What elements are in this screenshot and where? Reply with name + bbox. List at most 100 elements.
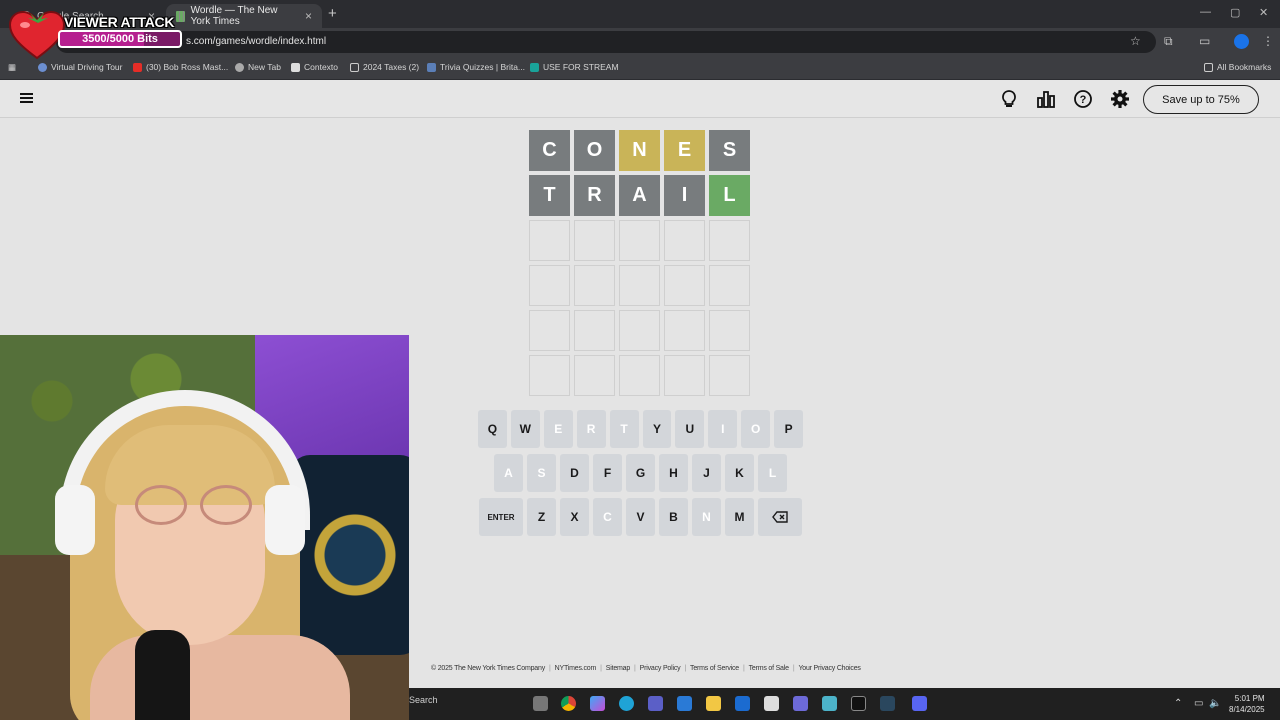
bookmark-item[interactable]: New Tab: [235, 62, 281, 72]
key-d[interactable]: D: [560, 454, 589, 492]
volume-icon[interactable]: 🔈: [1209, 698, 1221, 709]
hamburger-icon[interactable]: [20, 93, 33, 103]
bits-count: 3500/5000 Bits: [82, 33, 158, 45]
settings-gear-icon[interactable]: [1110, 89, 1130, 109]
key-z[interactable]: Z: [527, 498, 556, 536]
task-view-icon[interactable]: [533, 696, 548, 711]
menu-kebab-icon[interactable]: ⋮: [1262, 34, 1274, 48]
save-subscription-button[interactable]: Save up to 75%: [1143, 85, 1259, 114]
key-j[interactable]: J: [692, 454, 721, 492]
bookmark-star-icon[interactable]: ☆: [1130, 34, 1141, 48]
footer-link[interactable]: Privacy Policy: [640, 665, 681, 672]
all-bookmarks[interactable]: All Bookmarks: [1204, 62, 1271, 72]
key-enter[interactable]: ENTER: [479, 498, 523, 536]
key-u[interactable]: U: [675, 410, 705, 448]
file-explorer-icon[interactable]: [706, 696, 721, 711]
key-n[interactable]: N: [692, 498, 721, 536]
key-k[interactable]: K: [725, 454, 754, 492]
tray-chevron-icon[interactable]: ⌃: [1174, 698, 1182, 709]
key-t[interactable]: T: [609, 410, 639, 448]
board-tile: T: [529, 175, 570, 216]
key-l[interactable]: L: [758, 454, 787, 492]
maximize-button[interactable]: ▢: [1230, 6, 1240, 19]
footer-link[interactable]: NYTimes.com: [555, 665, 597, 672]
edge-icon[interactable]: [619, 696, 634, 711]
board-row: [529, 220, 751, 261]
key-o[interactable]: O: [741, 410, 771, 448]
bookmark-item[interactable]: Contexto: [291, 62, 338, 72]
profile-avatar[interactable]: [1234, 34, 1249, 49]
window-close-button[interactable]: ✕: [1259, 6, 1268, 19]
system-clock[interactable]: 5:01 PM 8/14/2025: [1229, 693, 1265, 715]
board-tile: [709, 265, 750, 306]
key-r[interactable]: R: [576, 410, 606, 448]
bookmark-item[interactable]: (30) Bob Ross Mast...: [133, 62, 228, 72]
key-m[interactable]: M: [725, 498, 754, 536]
browser-tab-strip: Google Search × Wordle — The New York Ti…: [0, 0, 1280, 28]
globe-icon: [38, 62, 47, 72]
discord-icon[interactable]: [912, 696, 927, 711]
key-q[interactable]: Q: [477, 410, 507, 448]
footer-link[interactable]: Terms of Sale: [749, 665, 789, 672]
capcut-icon[interactable]: [851, 696, 866, 711]
keyboard-row: ENTER Z X C V B N M: [478, 498, 803, 536]
board-row: [529, 265, 751, 306]
key-y[interactable]: Y: [642, 410, 672, 448]
bookmark-folder[interactable]: 2024 Taxes (2): [350, 62, 419, 72]
key-e[interactable]: E: [543, 410, 573, 448]
app-icon[interactable]: [822, 696, 837, 711]
copilot-icon[interactable]: [590, 696, 605, 711]
bookmarks-bar: ▦ Virtual Driving Tour (30) Bob Ross Mas…: [0, 56, 1280, 80]
key-i[interactable]: I: [708, 410, 738, 448]
svg-text:?: ?: [1080, 94, 1087, 106]
key-h[interactable]: H: [659, 454, 688, 492]
key-g[interactable]: G: [626, 454, 655, 492]
board-tile: O: [574, 130, 615, 171]
folder-icon: [1204, 62, 1213, 72]
key-c[interactable]: C: [593, 498, 622, 536]
board-tile: [664, 355, 705, 396]
key-x[interactable]: X: [560, 498, 589, 536]
glasses: [135, 485, 187, 525]
stats-icon[interactable]: [1036, 89, 1056, 109]
bookmark-item[interactable]: USE FOR STREAM: [530, 62, 619, 72]
new-tab-button[interactable]: +: [328, 5, 337, 22]
key-f[interactable]: F: [593, 454, 622, 492]
bookmark-item[interactable]: Virtual Driving Tour: [38, 62, 123, 72]
footer-link[interactable]: Terms of Service: [690, 665, 739, 672]
key-s[interactable]: S: [527, 454, 556, 492]
outlook-icon[interactable]: [735, 696, 750, 711]
store-icon[interactable]: [764, 696, 779, 711]
network-icon[interactable]: ▭: [1194, 698, 1203, 709]
steam-icon[interactable]: [880, 696, 895, 711]
key-backspace[interactable]: [758, 498, 802, 536]
key-a[interactable]: A: [494, 454, 523, 492]
board-tile: [664, 265, 705, 306]
teams-icon[interactable]: [648, 696, 663, 711]
key-p[interactable]: P: [774, 410, 804, 448]
extensions-icon[interactable]: ⧉: [1164, 34, 1173, 49]
board-tile: [529, 310, 570, 351]
minimize-button[interactable]: —: [1200, 6, 1211, 18]
board-tile: [574, 355, 615, 396]
app-icon[interactable]: [793, 696, 808, 711]
footer-link[interactable]: Sitemap: [606, 665, 630, 672]
taskbar-search[interactable]: Search: [409, 695, 438, 705]
keyboard-row: QWERTYUIOP: [477, 410, 804, 448]
board-tile: [709, 220, 750, 261]
tab-wordle[interactable]: Wordle — The New York Times ×: [166, 4, 322, 28]
key-v[interactable]: V: [626, 498, 655, 536]
help-icon[interactable]: ?: [1073, 89, 1093, 109]
key-w[interactable]: W: [510, 410, 540, 448]
key-b[interactable]: B: [659, 498, 688, 536]
side-panel-icon[interactable]: ▭: [1199, 34, 1210, 48]
photos-icon[interactable]: [677, 696, 692, 711]
bookmark-item[interactable]: Trivia Quizzes | Brita...: [427, 62, 525, 72]
hint-bulb-icon[interactable]: [999, 89, 1019, 109]
footer-link[interactable]: Your Privacy Choices: [798, 665, 860, 672]
close-icon[interactable]: ×: [305, 9, 312, 23]
board-row: [529, 310, 751, 351]
address-bar[interactable]: s.com/games/wordle/index.html: [56, 31, 1156, 53]
apps-icon[interactable]: ▦: [8, 62, 16, 73]
chrome-icon[interactable]: [561, 696, 576, 711]
